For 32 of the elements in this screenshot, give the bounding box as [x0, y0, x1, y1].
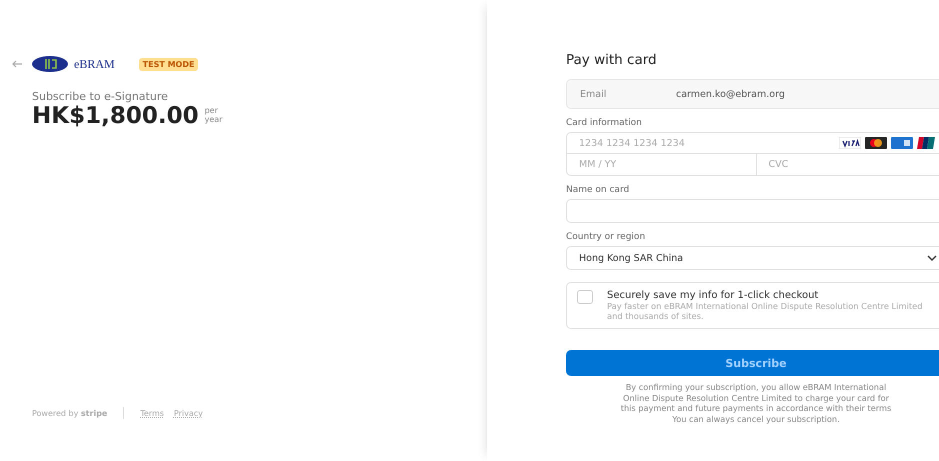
logo-icon — [32, 56, 68, 72]
expiry-field[interactable]: MM / YY — [567, 154, 756, 175]
form-title: Pay with card — [566, 52, 658, 68]
test-mode-badge: TEST MODE — [138, 58, 198, 70]
save-info-title: Securely save my info for 1-click checkout — [607, 290, 820, 301]
email-field[interactable]: Email carmen.ko@ebram.org — [566, 79, 939, 109]
subscribe-button[interactable]: Subscribe — [566, 350, 939, 376]
field-label: Name on card — [566, 185, 630, 195]
amex-icon — [891, 137, 913, 149]
back-arrow-icon[interactable] — [12, 60, 22, 68]
email-value: carmen.ko@ebram.org — [676, 88, 785, 100]
billing-period: per year — [204, 107, 222, 125]
subscription-disclaimer: By confirming your subscription, you allow eBRAM International Online Dispute Resolution Centre Limited to charge your card for this payment and future payments in accordance with their terms You can always cancel your subscription. — [620, 382, 892, 425]
field-label: Card information — [566, 118, 643, 128]
country-select[interactable]: Hong Kong SAR China — [566, 246, 939, 270]
footer-link[interactable]: Terms — [140, 408, 164, 418]
mastercard-icon — [865, 137, 887, 149]
price: HK$1,800.00 — [32, 103, 199, 129]
card-number-field[interactable]: 1234 1234 1234 1234 — [567, 138, 839, 148]
visa-icon — [839, 137, 861, 149]
save-info-detail: Pay faster on eBRAM International Online Dispute Resolution Centre Limited and thousands of sites. — [607, 301, 924, 321]
footer-link[interactable]: Privacy — [174, 408, 203, 418]
email-label: Email — [580, 88, 608, 100]
name-field[interactable] — [566, 199, 939, 223]
unionpay-icon — [917, 137, 935, 149]
save-info-checkbox[interactable] — [577, 290, 593, 304]
chevron-down-icon — [927, 255, 937, 261]
powered-by-stripe: Powered by stripe — [32, 408, 108, 418]
product-description: Subscribe to e-Signature — [32, 90, 169, 103]
field-label: Country or region — [566, 232, 646, 242]
cvc-field[interactable]: CVC — [756, 154, 939, 175]
logo-text: eBRAM — [74, 56, 115, 72]
